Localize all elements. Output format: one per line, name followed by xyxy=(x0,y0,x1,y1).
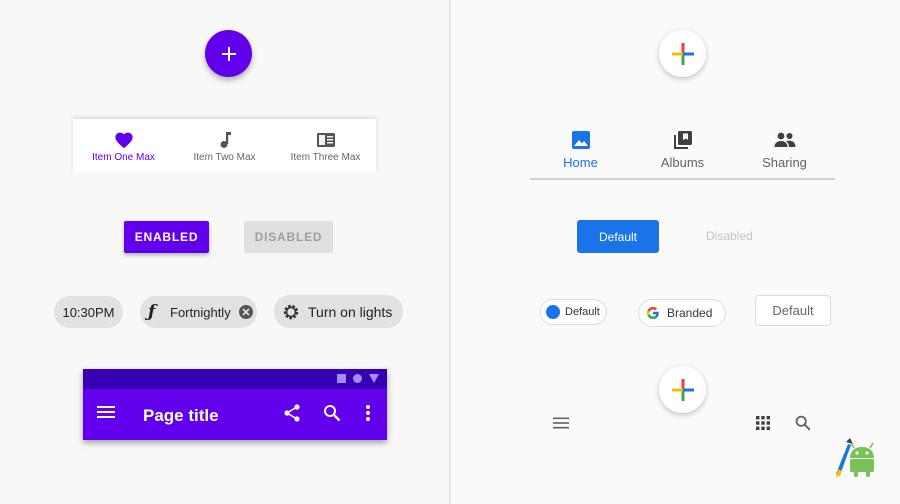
image-icon xyxy=(571,131,590,149)
circle-status-icon xyxy=(353,374,362,383)
music-note-icon xyxy=(220,132,231,148)
add-fab-button-bottom[interactable] xyxy=(659,366,706,413)
google-plus-icon xyxy=(671,42,694,65)
book-icon xyxy=(316,133,335,147)
bottom-nav-item-one[interactable]: Item One Max xyxy=(73,119,174,173)
tab-indicator-line xyxy=(530,178,835,180)
tab-label: Albums xyxy=(660,155,705,170)
bottom-nav-item-two[interactable]: Item Two Max xyxy=(174,119,275,173)
bottom-nav-label: Item Three Max xyxy=(290,152,361,163)
outlined-default-button[interactable]: Default xyxy=(755,295,831,326)
people-icon xyxy=(774,132,795,147)
plus-icon xyxy=(221,46,236,61)
google-g-icon xyxy=(647,307,659,319)
enabled-button[interactable]: ENABLED xyxy=(124,221,209,253)
chip-label: Fortnightly xyxy=(170,304,231,320)
chip-label: 10:30PM xyxy=(62,304,115,320)
page-title: Page title xyxy=(143,406,219,425)
default-chip[interactable]: Default xyxy=(540,299,607,325)
heart-icon xyxy=(114,132,133,149)
tab-label: Home xyxy=(563,155,598,170)
android-studio-logo-icon xyxy=(836,438,874,477)
gear-icon xyxy=(283,304,299,319)
search-icon[interactable] xyxy=(323,404,341,422)
photo-library-icon xyxy=(673,131,692,149)
turn-on-lights-chip[interactable]: Turn on lights xyxy=(274,295,403,328)
chip-label: Default xyxy=(565,306,600,318)
script-f-icon: ƒ xyxy=(148,302,156,322)
tab-label: Sharing xyxy=(762,155,807,170)
menu-icon[interactable] xyxy=(97,404,115,420)
triangle-status-icon xyxy=(369,374,379,383)
tab-sharing[interactable]: Sharing xyxy=(734,128,835,178)
add-fab-button[interactable] xyxy=(205,30,252,77)
fortnightly-chip[interactable]: ƒ Fortnightly xyxy=(140,296,257,328)
tab-home[interactable]: Home xyxy=(530,128,631,178)
add-fab-button-top[interactable] xyxy=(659,30,706,77)
menu-icon[interactable] xyxy=(553,416,569,430)
more-vert-icon[interactable] xyxy=(365,404,371,422)
blue-dot-icon xyxy=(546,305,560,319)
bottom-nav-label: Item Two Max xyxy=(193,152,256,163)
apps-grid-icon[interactable] xyxy=(756,416,770,430)
default-button[interactable]: Default xyxy=(577,220,659,253)
bottom-navigation: Item One Max Item Two Max Item Three Max xyxy=(73,119,376,173)
search-icon[interactable] xyxy=(795,415,811,431)
material-theme-panel: Item One Max Item Two Max Item Three Max… xyxy=(0,0,449,504)
bottom-nav-label: Item One Max xyxy=(92,152,155,163)
x-glyph xyxy=(242,308,250,316)
share-icon[interactable] xyxy=(283,404,301,422)
square-status-icon xyxy=(337,374,346,383)
status-bar xyxy=(83,369,387,389)
tab-albums[interactable]: Albums xyxy=(632,128,733,178)
top-app-bar: Page title xyxy=(83,369,387,440)
time-chip[interactable]: 10:30PM xyxy=(54,296,123,328)
disabled-button: DISABLED xyxy=(244,221,333,253)
bottom-nav-item-three[interactable]: Item Three Max xyxy=(275,119,376,173)
google-plus-icon xyxy=(671,378,694,401)
chip-label: Turn on lights xyxy=(308,303,393,320)
chip-label: Branded xyxy=(667,306,713,320)
google-theme-panel: Home Albums Sharing Default Disabled Def… xyxy=(451,0,900,504)
branded-chip[interactable]: Branded xyxy=(638,299,726,327)
close-icon[interactable] xyxy=(238,305,253,319)
disabled-text-button: Disabled xyxy=(706,229,753,243)
tab-bar: Home Albums Sharing xyxy=(530,128,835,180)
